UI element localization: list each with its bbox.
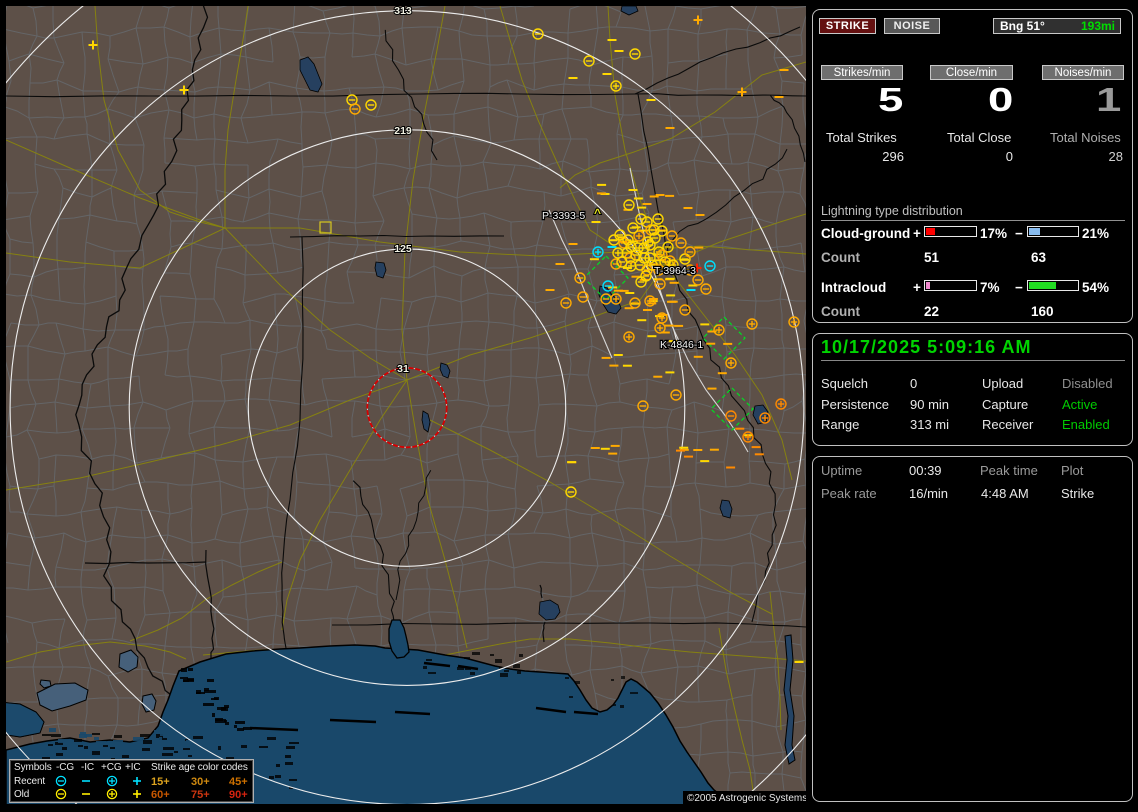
svg-text:T-3964-3: T-3964-3 — [654, 265, 696, 277]
svg-text:©2005 Astrogenic Systems: ©2005 Astrogenic Systems — [687, 793, 807, 804]
svg-text:313: 313 — [394, 5, 412, 17]
svg-text:31: 31 — [397, 363, 409, 375]
svg-text:125: 125 — [394, 243, 412, 255]
svg-text:K-4846-1: K-4846-1 — [660, 339, 703, 351]
svg-text:P-3393-5: P-3393-5 — [542, 210, 585, 222]
svg-text:^: ^ — [594, 206, 601, 220]
svg-text:219: 219 — [394, 125, 412, 137]
